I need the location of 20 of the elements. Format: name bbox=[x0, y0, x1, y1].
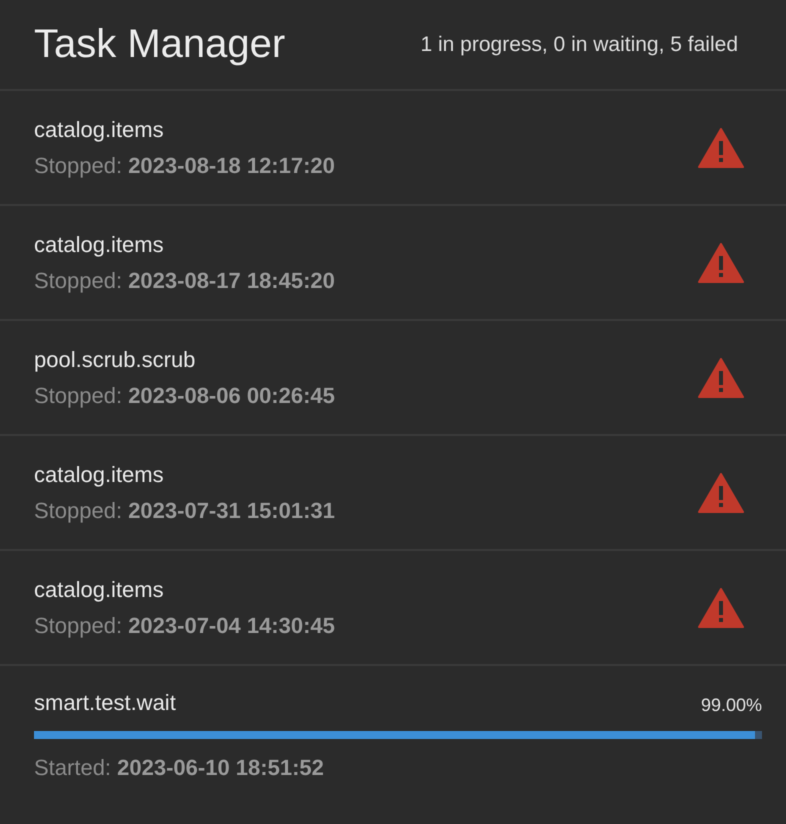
task-name: smart.test.wait bbox=[34, 690, 176, 716]
progress-percent: 99.00% bbox=[700, 695, 762, 716]
task-name: pool.scrub.scrub bbox=[34, 346, 196, 372]
warning-icon bbox=[698, 472, 744, 512]
panel-title: Task Manager bbox=[34, 22, 286, 67]
task-status: Stopped: 2023-08-18 12:17:20 bbox=[34, 152, 335, 178]
task-status: Stopped: 2023-08-06 00:26:45 bbox=[34, 382, 335, 408]
task-summary: 1 in progress, 0 in waiting, 5 failed bbox=[420, 32, 738, 56]
task-status: Stopped: 2023-07-04 14:30:45 bbox=[34, 612, 335, 638]
task-status: Stopped: 2023-07-31 15:01:31 bbox=[34, 498, 335, 524]
warning-icon bbox=[698, 358, 744, 398]
task-name: catalog.items bbox=[34, 576, 165, 602]
warning-icon bbox=[698, 128, 744, 168]
warning-icon bbox=[698, 588, 744, 628]
task-name: catalog.items bbox=[34, 116, 165, 142]
warning-icon bbox=[698, 242, 744, 282]
task-name: catalog.items bbox=[34, 462, 165, 488]
task-name: catalog.items bbox=[34, 232, 165, 258]
task-status: Started: 2023-06-10 18:51:52 bbox=[34, 755, 325, 781]
task-status: Stopped: 2023-08-17 18:45:20 bbox=[34, 268, 335, 294]
